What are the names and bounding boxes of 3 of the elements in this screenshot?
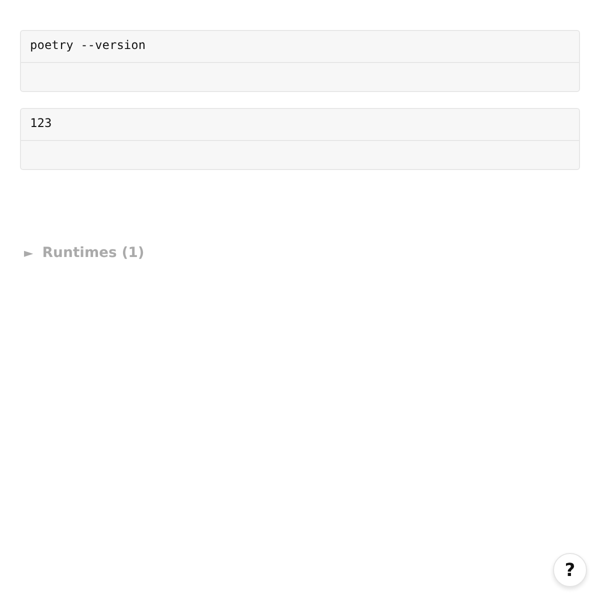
- code-input[interactable]: poetry --version: [21, 31, 579, 63]
- code-input[interactable]: 123: [21, 109, 579, 141]
- help-button[interactable]: ?: [553, 553, 587, 587]
